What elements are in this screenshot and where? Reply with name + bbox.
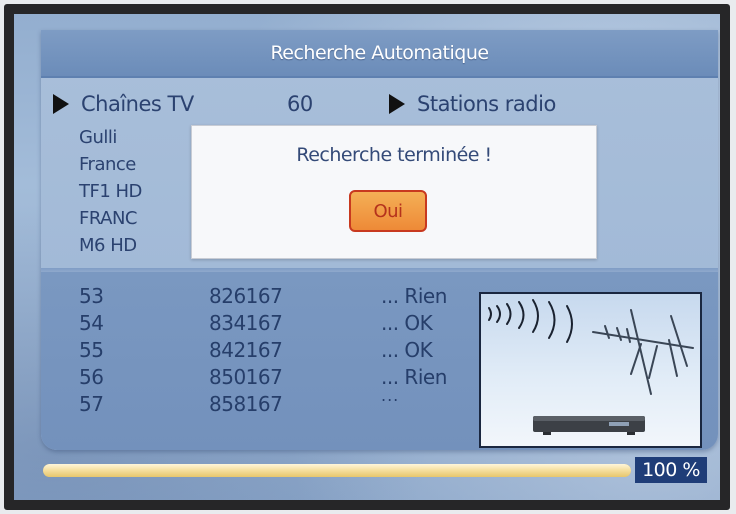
tv-screen: Recherche Automatique Chaînes TV 60 Stat…	[14, 14, 720, 500]
scan-channel-number: 53	[79, 284, 104, 308]
scan-frequency: 826167	[209, 284, 283, 308]
confirm-button[interactable]: Oui	[349, 190, 427, 232]
progress-bar	[43, 464, 631, 477]
radio-stations-header: Stations radio	[389, 92, 556, 116]
scan-status: ... Rien	[381, 284, 447, 308]
scan-status: ... OK	[381, 338, 433, 362]
scan-row: 55 842167 ... OK	[79, 338, 499, 366]
scan-progress-dots: ...	[381, 386, 400, 405]
radio-stations-label: Stations radio	[417, 92, 556, 116]
antenna-illustration	[479, 292, 702, 448]
progress-fill	[43, 464, 631, 477]
antenna-signal-icon	[488, 299, 694, 435]
scan-row: 56 850167 ... Rien	[79, 365, 499, 393]
scan-row: 53 826167 ... Rien	[79, 284, 499, 312]
tv-channels-count: 60	[287, 92, 313, 116]
play-arrow-icon	[53, 94, 69, 114]
page-title-bar: Recherche Automatique	[41, 30, 718, 78]
scan-row: 57 858167	[79, 392, 499, 420]
search-complete-dialog: Recherche terminée ! Oui	[191, 125, 597, 259]
page-title: Recherche Automatique	[270, 42, 489, 64]
scan-frequency: 858167	[209, 392, 283, 416]
search-panel: Recherche Automatique Chaînes TV 60 Stat…	[41, 30, 718, 450]
scan-channel-number: 56	[79, 365, 104, 389]
scan-status: ... OK	[381, 311, 433, 335]
scan-row: 54 834167 ... OK	[79, 311, 499, 339]
scan-frequency: 850167	[209, 365, 283, 389]
scan-channel-number: 57	[79, 392, 104, 416]
tv-bezel: Recherche Automatique Chaînes TV 60 Stat…	[4, 4, 730, 510]
tv-channels-label: Chaînes TV	[81, 92, 194, 116]
play-arrow-icon	[389, 94, 405, 114]
scan-frequency: 834167	[209, 311, 283, 335]
scan-channel-number: 54	[79, 311, 104, 335]
progress-percent: 100 %	[635, 457, 707, 483]
scan-channel-number: 55	[79, 338, 104, 362]
tv-channels-header: Chaînes TV	[53, 92, 194, 116]
scan-frequency: 842167	[209, 338, 283, 362]
dialog-message: Recherche terminée !	[296, 144, 492, 166]
